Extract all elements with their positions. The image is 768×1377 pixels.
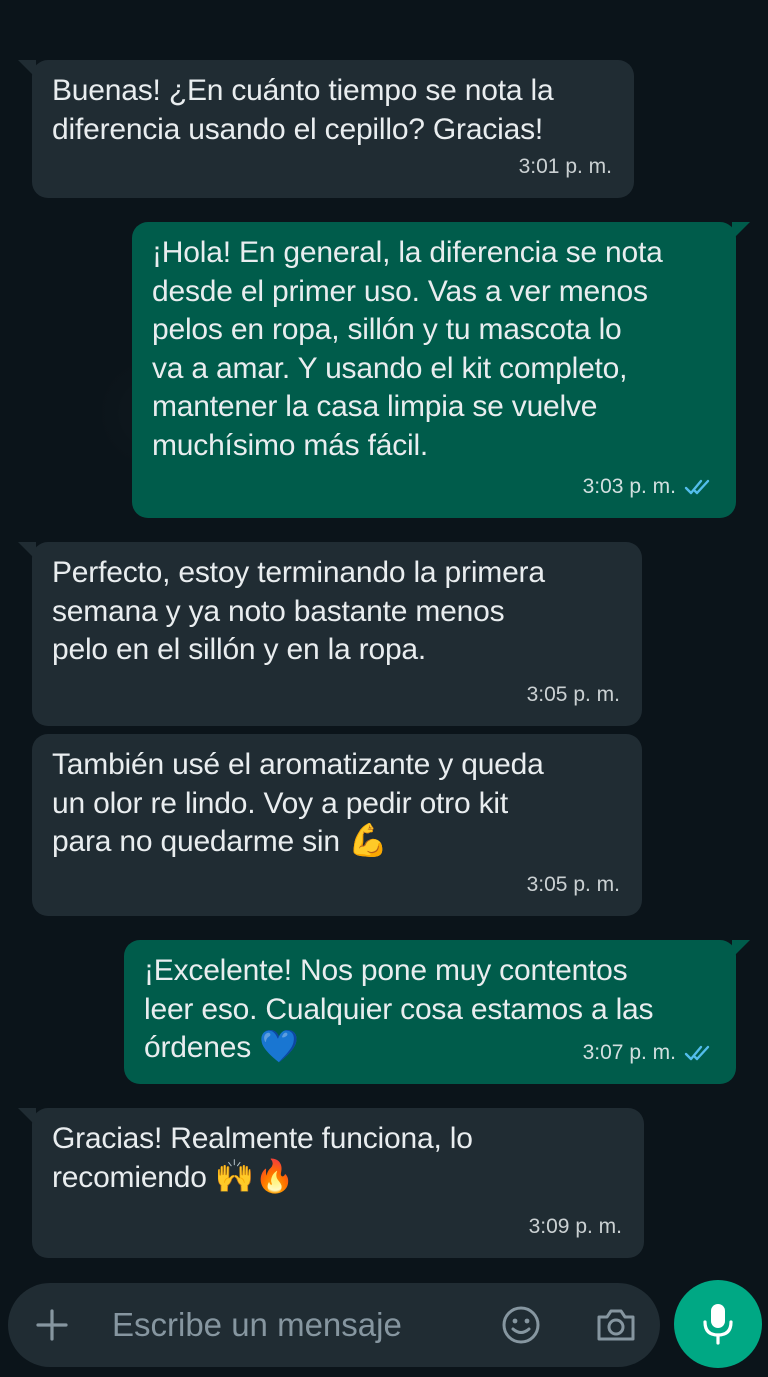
message-bubble-outgoing[interactable]: ¡Excelente! Nos pone muy contentos leer … (124, 940, 750, 1084)
message-meta: 3:01 p. m. (519, 148, 612, 187)
bubble-tail (18, 542, 36, 560)
message-text: Buenas! ¿En cuánto tiempo se nota la dif… (52, 74, 554, 146)
message-bubble-incoming[interactable]: Buenas! ¿En cuánto tiempo se nota la dif… (18, 60, 634, 198)
bubble-tail (18, 1108, 36, 1126)
bubble-tail (732, 940, 750, 958)
message-time: 3:05 p. m. (526, 872, 620, 896)
emoji-icon[interactable] (500, 1304, 542, 1346)
message-meta: 3:07 p. m. (583, 1034, 714, 1073)
blue-heart-emoji: 💙 (259, 1028, 299, 1064)
message-input[interactable]: Escribe un mensaje (112, 1303, 402, 1347)
message-bubble-incoming[interactable]: Perfecto, estoy terminando la primera se… (18, 542, 642, 726)
mic-icon (703, 1304, 733, 1345)
message-text-content: También usé el aromatizante y queda un o… (52, 748, 544, 858)
message-meta: 3:09 p. m. (529, 1208, 622, 1247)
double-check-icon (684, 479, 710, 494)
double-check-icon (684, 1045, 710, 1060)
bubble-tail (18, 60, 36, 78)
message-time: 3:01 p. m. (518, 154, 612, 178)
message-time: 3:09 p. m. (528, 1214, 622, 1238)
flexed-biceps-emoji: 💪 (348, 822, 388, 858)
message-meta: 3:03 p. m. (583, 468, 714, 507)
message-text: Perfecto, estoy terminando la primera se… (52, 556, 545, 666)
message-meta: 3:05 p. m. (527, 676, 620, 715)
raising-hands-fire-emoji: 🙌🔥 (214, 1157, 295, 1194)
message-text: También usé el aromatizante y queda un o… (52, 746, 622, 862)
bubble-tail (732, 222, 750, 240)
message-bubble-outgoing[interactable]: ¡Hola! En general, la diferencia se nota… (132, 222, 750, 518)
camera-icon[interactable] (594, 1305, 638, 1345)
message-text: Gracias! Realmente funciona, lo recomien… (52, 1120, 624, 1197)
message-text: ¡Hola! En general, la diferencia se nota… (152, 236, 663, 462)
message-time: 3:03 p. m. (582, 474, 676, 498)
message-bubble-incoming[interactable]: Gracias! Realmente funciona, lo recomien… (18, 1108, 644, 1258)
message-time: 3:07 p. m. (582, 1040, 676, 1064)
message-meta: 3:05 p. m. (527, 866, 620, 905)
plus-icon[interactable] (32, 1305, 72, 1345)
message-bubble-incoming[interactable]: También usé el aromatizante y queda un o… (32, 734, 642, 916)
voice-record-button[interactable] (674, 1280, 762, 1368)
message-composer[interactable]: Escribe un mensaje (8, 1283, 660, 1367)
message-time: 3:05 p. m. (526, 682, 620, 706)
message-text-content: ¡Excelente! Nos pone muy contentos leer … (144, 954, 654, 1064)
